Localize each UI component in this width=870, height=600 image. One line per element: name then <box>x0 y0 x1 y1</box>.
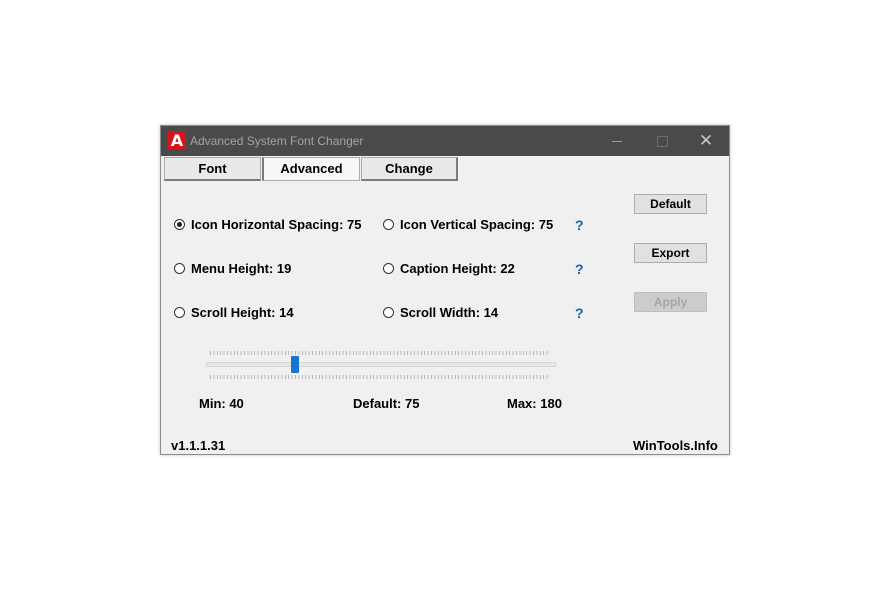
value-slider[interactable] <box>206 349 556 379</box>
radio-button[interactable] <box>383 263 394 274</box>
tab-change[interactable]: Change <box>361 157 458 181</box>
tab-font[interactable]: Font <box>164 157 261 181</box>
version-label: v1.1.1.31 <box>171 438 226 453</box>
slider-ticks-top <box>210 351 550 355</box>
radio-button[interactable] <box>383 219 394 230</box>
website-link[interactable]: WinTools.Info <box>633 438 718 453</box>
slider-ticks-bottom <box>210 375 550 379</box>
slider-default-label: Default: 75 <box>353 396 420 411</box>
export-button[interactable]: Export <box>634 243 707 263</box>
option-icon-horizontal-spacing[interactable]: Icon Horizontal Spacing: 75 <box>174 217 361 232</box>
title-bar[interactable]: A Advanced System Font Changer ✕ <box>161 126 729 156</box>
option-caption-height[interactable]: Caption Height: 22 <box>383 261 515 276</box>
radio-button[interactable] <box>174 263 185 274</box>
slider-min-label: Min: 40 <box>199 396 244 411</box>
app-logo-icon: A <box>168 131 186 150</box>
option-icon-vertical-spacing[interactable]: Icon Vertical Spacing: 75 <box>383 217 553 232</box>
app-window: A Advanced System Font Changer ✕ Font Ad… <box>160 125 730 455</box>
slider-thumb[interactable] <box>291 356 299 373</box>
option-label: Icon Horizontal Spacing: 75 <box>191 217 362 232</box>
option-label: Scroll Width: 14 <box>400 305 499 320</box>
minimize-icon <box>612 140 622 142</box>
radio-button-checked[interactable] <box>174 219 185 230</box>
radio-button[interactable] <box>383 307 394 318</box>
option-scroll-height[interactable]: Scroll Height: 14 <box>174 305 294 320</box>
option-label: Caption Height: 22 <box>400 261 515 276</box>
tab-advanced[interactable]: Advanced <box>262 157 360 181</box>
window-title: Advanced System Font Changer <box>190 134 364 148</box>
close-button[interactable]: ✕ <box>683 126 729 156</box>
slider-track[interactable] <box>206 362 556 367</box>
option-label: Scroll Height: 14 <box>191 305 294 320</box>
default-button[interactable]: Default <box>634 194 707 214</box>
radio-button[interactable] <box>174 307 185 318</box>
minimize-button[interactable] <box>594 126 640 156</box>
maximize-icon <box>656 135 668 147</box>
help-icon[interactable]: ? <box>575 305 584 321</box>
help-icon[interactable]: ? <box>575 261 584 277</box>
option-label: Icon Vertical Spacing: 75 <box>400 217 554 232</box>
option-menu-height[interactable]: Menu Height: 19 <box>174 261 291 276</box>
option-scroll-width[interactable]: Scroll Width: 14 <box>383 305 498 320</box>
help-icon[interactable]: ? <box>575 217 584 233</box>
close-icon: ✕ <box>698 131 714 151</box>
option-label: Menu Height: 19 <box>191 261 292 276</box>
slider-max-label: Max: 180 <box>507 396 562 411</box>
maximize-button[interactable] <box>639 126 685 156</box>
apply-button[interactable]: Apply <box>634 292 707 312</box>
